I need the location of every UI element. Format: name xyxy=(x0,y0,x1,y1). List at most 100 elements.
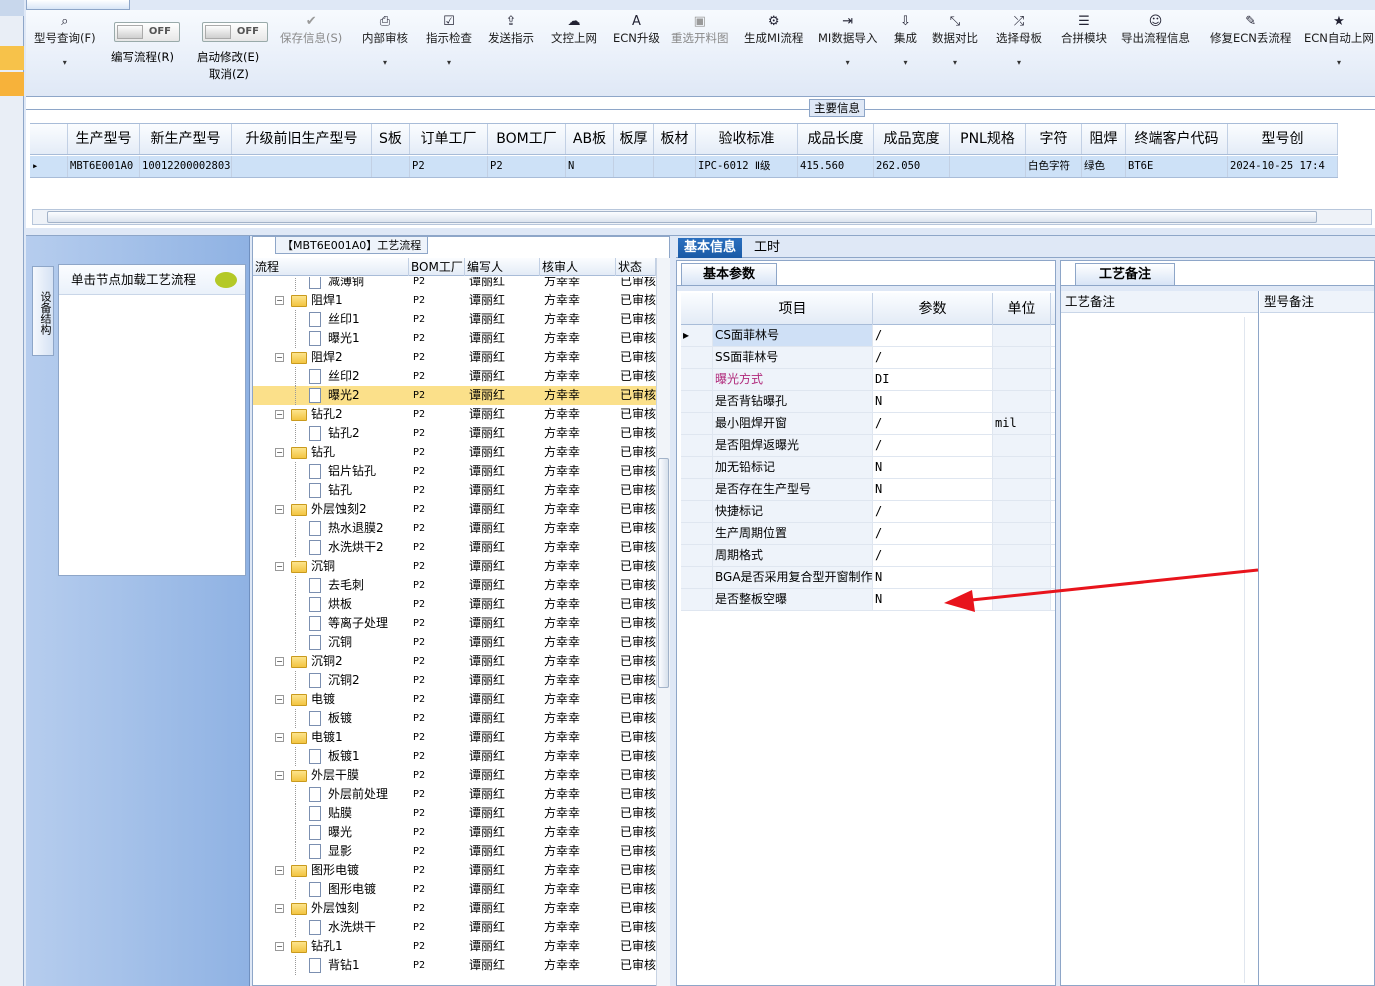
param-item[interactable]: 最小阻焊开窗 xyxy=(713,413,873,434)
param-item[interactable]: 加无铅标记 xyxy=(713,457,873,478)
tree-folder-row[interactable]: − 外层蚀刻2 P2 谭丽红 方幸幸 已审核 xyxy=(253,500,656,519)
param-item[interactable]: 曝光方式 xyxy=(713,369,873,390)
column-header[interactable]: 生产型号 xyxy=(68,124,140,154)
tree-node[interactable]: 背钻1 xyxy=(253,956,409,975)
param-unit[interactable] xyxy=(993,501,1051,522)
toolbar-button[interactable]: ⎙ 内部审核 ▾ xyxy=(362,14,408,67)
tree-node[interactable]: 丝印1 xyxy=(253,310,409,329)
param-unit[interactable] xyxy=(993,479,1051,500)
params-row[interactable]: 最小阻焊开窗 / mil xyxy=(681,413,1055,435)
tree-item-row[interactable]: 钻孔2 P2 谭丽红 方幸幸 已审核 xyxy=(253,424,656,443)
tree-node[interactable]: 曝光2 xyxy=(253,386,409,405)
tree-node[interactable]: − 外层干膜 xyxy=(253,766,409,785)
tree-node[interactable]: − 外层蚀刻2 xyxy=(253,500,409,519)
tree-node[interactable]: 显影 xyxy=(253,842,409,861)
param-item[interactable]: BGA是否采用复合型开窗制作 xyxy=(713,567,873,588)
tree-node[interactable]: 水洗烘干 xyxy=(253,918,409,937)
param-value[interactable]: N xyxy=(873,567,993,588)
toolbar-button[interactable]: ★ ECN自动上网 ▾ xyxy=(1304,14,1374,67)
dock-item-highlight-2[interactable] xyxy=(0,72,24,96)
tree-node[interactable]: − 图形电镀 xyxy=(253,861,409,880)
toolbar-button[interactable]: ⌕ 型号查询(F) ▾ xyxy=(34,14,96,67)
params-row[interactable]: 是否整板空曝 N xyxy=(681,589,1055,611)
grid-cell[interactable]: MBT6E001A0 xyxy=(68,156,140,177)
column-header[interactable]: 板材 xyxy=(654,124,696,154)
param-unit[interactable] xyxy=(993,435,1051,456)
param-unit[interactable] xyxy=(993,457,1051,478)
tree-item-row[interactable]: 曝光2 P2 谭丽红 方幸幸 已审核 xyxy=(253,386,656,405)
toolbar-button[interactable]: ✔ 保存信息(S) xyxy=(280,14,342,46)
tree-node[interactable]: − 电镀 xyxy=(253,690,409,709)
tree-node[interactable]: − 阻焊2 xyxy=(253,348,409,367)
tree-node[interactable]: 减薄铜 xyxy=(253,277,409,291)
grid-cell[interactable]: 415.560 xyxy=(798,156,874,177)
dropdown-arrow-icon[interactable]: ▾ xyxy=(894,58,917,67)
column-header[interactable]: 成品长度 xyxy=(798,124,874,154)
toolbar-button[interactable]: ▣ 重选开料图 xyxy=(671,14,729,46)
splitter-horizontal[interactable] xyxy=(26,228,1375,236)
tree-item-row[interactable]: 丝印1 P2 谭丽红 方幸幸 已审核 xyxy=(253,310,656,329)
grid-cell[interactable]: P2 xyxy=(410,156,488,177)
grid-cell[interactable]: BT6E xyxy=(1126,156,1228,177)
collapse-icon[interactable]: − xyxy=(275,410,284,419)
grid-cell[interactable]: P2 xyxy=(488,156,566,177)
param-value[interactable]: / xyxy=(873,435,993,456)
param-item[interactable]: 周期格式 xyxy=(713,545,873,566)
tree-item-row[interactable]: 贴膜 P2 谭丽红 方幸幸 已审核 xyxy=(253,804,656,823)
param-item[interactable]: 生产周期位置 xyxy=(713,523,873,544)
tab-work-hours[interactable]: 工时 xyxy=(748,238,786,258)
tree-node[interactable]: 去毛刺 xyxy=(253,576,409,595)
collapse-icon[interactable]: − xyxy=(275,695,284,704)
collapse-icon[interactable]: − xyxy=(275,771,284,780)
tree-node[interactable]: 曝光 xyxy=(253,823,409,842)
vertical-scrollbar[interactable] xyxy=(656,258,670,986)
tree-node[interactable]: 水洗烘干2 xyxy=(253,538,409,557)
param-item[interactable]: 是否背钻曝孔 xyxy=(713,391,873,412)
params-row[interactable]: 是否背钻曝孔 N xyxy=(681,391,1055,413)
param-unit[interactable] xyxy=(993,369,1051,390)
tree-folder-row[interactable]: − 电镀1 P2 谭丽红 方幸幸 已审核 xyxy=(253,728,656,747)
tree-node[interactable]: − 电镀1 xyxy=(253,728,409,747)
scrollbar-thumb[interactable] xyxy=(658,458,669,688)
grid-cell[interactable] xyxy=(614,156,654,177)
tree-item-row[interactable]: 水洗烘干2 P2 谭丽红 方幸幸 已审核 xyxy=(253,538,656,557)
toolbar-button[interactable]: A ECN升级 xyxy=(613,14,660,46)
horizontal-scrollbar[interactable] xyxy=(32,209,1372,225)
tree-item-row[interactable]: 丝印2 P2 谭丽红 方幸幸 已审核 xyxy=(253,367,656,386)
tree-node[interactable]: 沉铜 xyxy=(253,633,409,652)
param-value[interactable]: / xyxy=(873,325,993,346)
toolbar-button[interactable]: ☺ 导出流程信息 xyxy=(1121,14,1190,46)
params-column-header[interactable] xyxy=(681,293,713,325)
vertical-tab-device-structure[interactable]: 设备结构 xyxy=(32,266,54,356)
toggle-knob[interactable] xyxy=(117,25,143,39)
grid-cell[interactable]: IPC-6012 Ⅱ级 xyxy=(696,156,798,177)
tree-item-row[interactable]: 板镀 P2 谭丽红 方幸幸 已审核 xyxy=(253,709,656,728)
grid-cell[interactable]: 10012200002803 xyxy=(140,156,232,177)
collapse-icon[interactable]: − xyxy=(275,505,284,514)
params-column-header[interactable]: 项目 xyxy=(713,293,873,325)
grid-cell[interactable]: 白色字符 xyxy=(1026,156,1082,177)
main-grid-row[interactable]: ▸ MBT6E001A0 10012200002803 P2 P2 N IPC-6012 Ⅱ… xyxy=(30,156,1338,178)
toolbar-button[interactable]: ⤮ 选择母板 ▾ xyxy=(996,14,1042,67)
tree-folder-row[interactable]: − 钻孔 P2 谭丽红 方幸幸 已审核 xyxy=(253,443,656,462)
params-row[interactable]: BGA是否采用复合型开窗制作 N xyxy=(681,567,1055,589)
dropdown-arrow-icon[interactable]: ▾ xyxy=(1304,58,1374,67)
param-item[interactable]: SS面菲林号 xyxy=(713,347,873,368)
tab-basic-info[interactable]: 基本信息 xyxy=(678,238,743,258)
tree-item-row[interactable]: 等离子处理 P2 谭丽红 方幸幸 已审核 xyxy=(253,614,656,633)
toggle-switch[interactable]: OFF xyxy=(114,22,180,42)
toggle-switch[interactable]: OFF xyxy=(202,22,268,42)
params-row[interactable]: 曝光方式 DI xyxy=(681,369,1055,391)
toolbar-button[interactable]: ⤡ 数据对比 ▾ xyxy=(932,14,978,67)
tree-node[interactable]: 铝片钻孔 xyxy=(253,462,409,481)
column-header[interactable]: 订单工厂 xyxy=(410,124,488,154)
dock-item-highlight[interactable] xyxy=(0,46,24,70)
param-item[interactable]: 是否整板空曝 xyxy=(713,589,873,610)
column-header[interactable]: 升级前旧生产型号 xyxy=(232,124,372,154)
column-header[interactable]: 验收标准 xyxy=(696,124,798,154)
tree-item-row[interactable]: 减薄铜 P2 谭丽红 方幸幸 已审核 xyxy=(253,277,656,291)
toolbar-button[interactable]: ⚙ 生成MI流程 xyxy=(744,14,803,46)
tree-node[interactable]: 烘板 xyxy=(253,595,409,614)
toolbar-button[interactable]: ☰ 合拼模块 xyxy=(1061,14,1107,46)
toolbar-button[interactable]: ☁ 文控上网 xyxy=(551,14,597,46)
